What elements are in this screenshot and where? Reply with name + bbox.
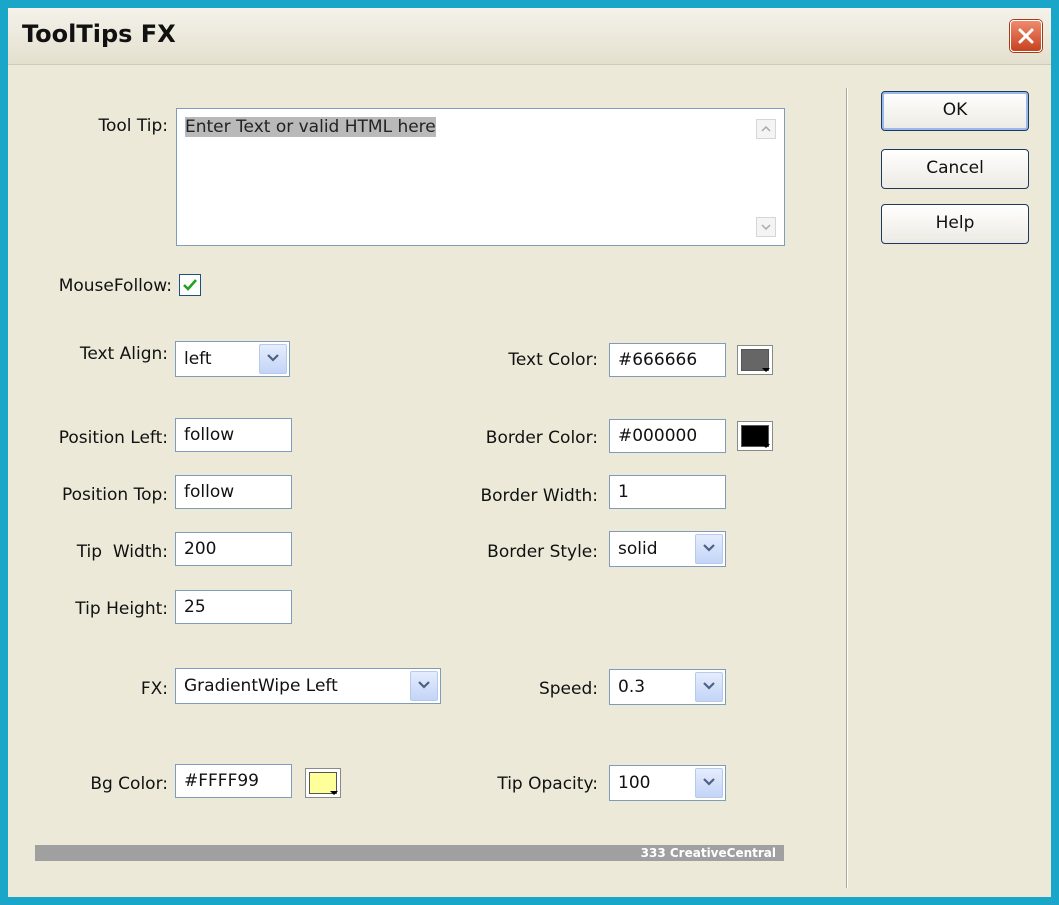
- scroll-down-button[interactable]: [756, 217, 776, 237]
- dropdown-arrow-icon: [418, 681, 430, 689]
- brand-bar: 333 CreativeCentral: [35, 845, 784, 861]
- position-left-input[interactable]: follow: [175, 418, 292, 452]
- tooltip-text: Enter Text or valid HTML here: [185, 117, 436, 137]
- border-style-label: Border Style:: [487, 542, 598, 562]
- border-color-label: Border Color:: [485, 428, 598, 448]
- scroll-down-icon: [761, 224, 771, 230]
- close-button[interactable]: [1010, 20, 1042, 52]
- vertical-separator: [846, 88, 848, 888]
- tip-opacity-select[interactable]: 100: [609, 765, 726, 801]
- close-icon: [1018, 28, 1034, 44]
- tip-opacity-value: 100: [618, 773, 651, 793]
- color-picker-arrow-icon: [330, 791, 338, 795]
- scroll-up-icon: [761, 126, 771, 132]
- dropdown-arrow-icon: [267, 354, 279, 362]
- mousefollow-checkbox[interactable]: [179, 274, 201, 296]
- help-button[interactable]: Help: [881, 204, 1029, 244]
- text-align-value: left: [184, 349, 212, 369]
- border-width-input[interactable]: 1: [609, 475, 726, 509]
- text-align-label: Text Align:: [79, 344, 168, 364]
- speed-select[interactable]: 0.3: [609, 669, 726, 705]
- ok-button[interactable]: OK: [881, 91, 1029, 131]
- dropdown-arrow-icon: [703, 544, 715, 552]
- border-color-input[interactable]: #000000: [609, 419, 726, 453]
- bg-color-picker[interactable]: [305, 768, 341, 798]
- border-color-picker[interactable]: [737, 421, 773, 451]
- text-align-dropdown-button[interactable]: [259, 344, 287, 374]
- border-width-label: Border Width:: [480, 486, 598, 506]
- text-color-picker[interactable]: [737, 345, 773, 375]
- position-top-input[interactable]: follow: [175, 475, 292, 509]
- fx-dropdown-button[interactable]: [410, 671, 438, 701]
- bg-color-input[interactable]: #FFFF99: [175, 764, 292, 798]
- scroll-up-button[interactable]: [756, 119, 776, 139]
- text-color-input[interactable]: #666666: [609, 343, 726, 377]
- border-style-value: solid: [618, 539, 658, 559]
- text-color-label: Text Color:: [508, 350, 598, 370]
- fx-value: GradientWipe Left: [184, 676, 338, 696]
- color-picker-arrow-icon: [762, 444, 770, 448]
- tip-width-label: Tip Width:: [76, 542, 168, 562]
- tooltip-label: Tool Tip:: [98, 116, 168, 136]
- speed-value: 0.3: [618, 677, 646, 697]
- position-top-label: Position Top:: [61, 485, 168, 505]
- mousefollow-label: MouseFollow:: [58, 276, 172, 296]
- dropdown-arrow-icon: [703, 682, 715, 690]
- dialog-window: ToolTips FX Tool Tip: Enter Text or vali…: [8, 8, 1051, 897]
- speed-dropdown-button[interactable]: [695, 672, 723, 702]
- window-title: ToolTips FX: [22, 20, 176, 48]
- title-bar: ToolTips FX: [8, 8, 1051, 65]
- border-style-dropdown-button[interactable]: [695, 534, 723, 564]
- checkmark-icon: [183, 279, 197, 291]
- tip-opacity-dropdown-button[interactable]: [695, 768, 723, 798]
- tip-width-input[interactable]: 200: [175, 532, 292, 566]
- dropdown-arrow-icon: [703, 778, 715, 786]
- text-align-select[interactable]: left: [175, 341, 290, 377]
- position-left-label: Position Left:: [58, 428, 168, 448]
- fx-select[interactable]: GradientWipe Left: [175, 668, 441, 704]
- cancel-button[interactable]: Cancel: [881, 149, 1029, 189]
- tooltip-textarea[interactable]: Enter Text or valid HTML here: [176, 108, 785, 246]
- tip-opacity-label: Tip Opacity:: [497, 774, 598, 794]
- brand-logo: 333 CreativeCentral: [640, 846, 776, 860]
- color-picker-arrow-icon: [762, 368, 770, 372]
- border-style-select[interactable]: solid: [609, 531, 726, 567]
- bg-color-label: Bg Color:: [90, 774, 168, 794]
- fx-label: FX:: [140, 679, 168, 699]
- tip-height-label: Tip Height:: [75, 599, 168, 619]
- tip-height-input[interactable]: 25: [175, 590, 292, 624]
- speed-label: Speed:: [538, 679, 598, 699]
